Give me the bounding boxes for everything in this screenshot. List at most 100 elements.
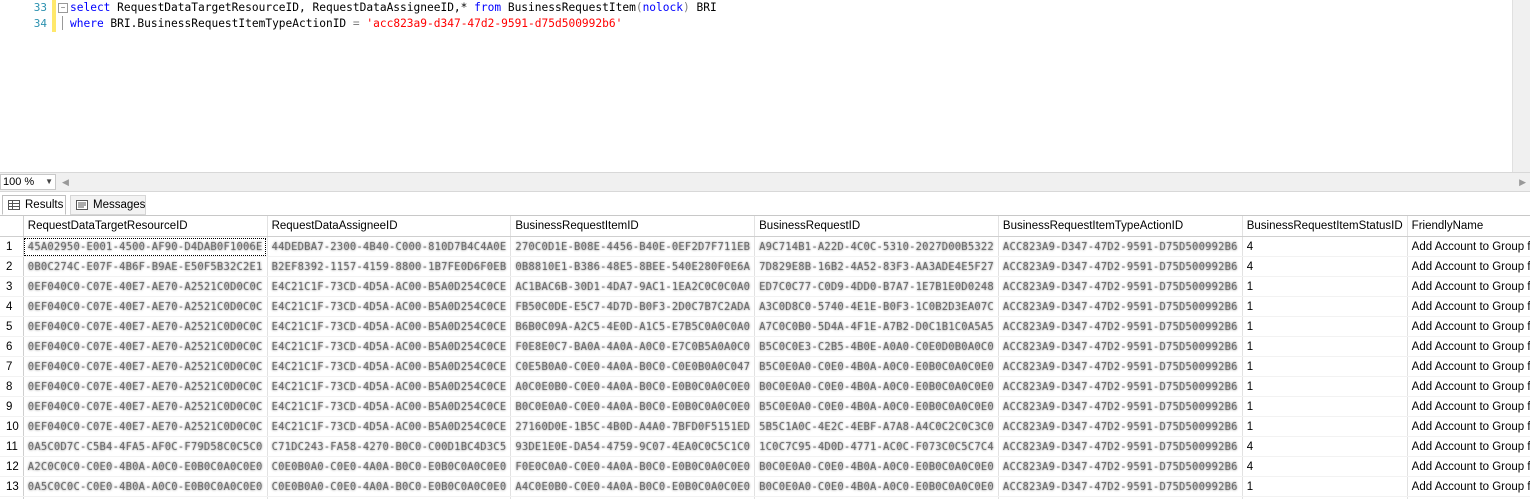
cell-item-id[interactable]: F0E8E0C7-BA0A-4A0A-A0C0-E7C0B5A0A0C0	[510, 336, 756, 357]
row-number[interactable]: 6	[0, 336, 24, 357]
cell-friendly-name[interactable]: Add Account to Group for Group Membershi…	[1407, 456, 1530, 477]
cell-item-id[interactable]: C0E5B0A0-C0E0-4A0A-B0C0-C0E0B0A0C047	[510, 356, 756, 377]
cell-assignee-id[interactable]: B2EF8392-1157-4159-8800-1B7FE0D6F0EB	[267, 256, 512, 277]
row-number[interactable]: 12	[0, 456, 24, 477]
code-line-34[interactable]: 34 where BRI.BusinessRequestItemTypeActi…	[0, 16, 1530, 32]
row-number[interactable]: 3	[0, 276, 24, 297]
column-header[interactable]: BusinessRequestID	[754, 216, 999, 237]
cell-friendly-name[interactable]: Add Account to Group for Group Membershi…	[1407, 356, 1530, 377]
table-row[interactable]: 6 0EF040C0-C07E-40E7-AE70-A2521C0D0C0C E4C…	[0, 336, 1530, 357]
sql-editor[interactable]: 33 − select RequestDataTargetResourceID,…	[0, 0, 1530, 172]
code-text[interactable]: select RequestDataTargetResourceID, Requ…	[70, 0, 717, 16]
cell-status-id[interactable]: 4	[1242, 256, 1408, 277]
results-grid[interactable]: RequestDataTargetResourceID RequestDataA…	[0, 216, 1530, 499]
collapse-icon[interactable]: −	[58, 3, 68, 13]
cell-status-id[interactable]: 1	[1242, 396, 1408, 417]
cell-item-id[interactable]: 27160D0E-1B5C-4B0D-A4A0-7BFD0F5151ED	[510, 416, 756, 437]
cell-target-resource-id[interactable]: 0EF040C0-C07E-40E7-AE70-A2521C0D0C0C	[23, 296, 268, 317]
cell-status-id[interactable]: 1	[1242, 476, 1408, 497]
cell-request-id[interactable]: 5B5C1A0C-4E2C-4EBF-A7A8-A4C0C2C0C3C0	[754, 416, 999, 437]
table-row[interactable]: 9 0EF040C0-C07E-40E7-AE70-A2521C0D0C0C E4C…	[0, 396, 1530, 417]
row-number[interactable]: 11	[0, 436, 24, 457]
cell-target-resource-id[interactable]: 0EF040C0-C07E-40E7-AE70-A2521C0D0C0C	[23, 356, 268, 377]
tab-results[interactable]: Results	[2, 195, 66, 215]
row-number[interactable]: 1	[0, 236, 24, 257]
cell-item-id[interactable]: AC1BAC6B-30D1-4DA7-9AC1-1EA2C0C0C0A0	[510, 276, 756, 297]
cell-status-id[interactable]: 1	[1242, 416, 1408, 437]
column-header[interactable]: BusinessRequestItemID	[510, 216, 756, 237]
cell-type-action-id[interactable]: ACC823A9-D347-47D2-9591-D75D500992B6	[998, 316, 1243, 337]
column-header[interactable]: BusinessRequestItemStatusID	[1242, 216, 1408, 237]
cell-request-id[interactable]: B5C0E0A0-C0E0-4B0A-A0C0-E0B0C0A0C0E0	[754, 396, 999, 417]
cell-status-id[interactable]: 1	[1242, 376, 1408, 397]
corner-cell[interactable]	[0, 216, 24, 237]
table-row[interactable]: 5 0EF040C0-C07E-40E7-AE70-A2521C0D0C0C E4C…	[0, 316, 1530, 337]
cell-assignee-id[interactable]: E4C21C1F-73CD-4D5A-AC00-B5A0D254C0CE	[267, 296, 512, 317]
cell-item-id[interactable]: A0C0E0B0-C0E0-4A0A-B0C0-E0B0C0A0C0E0	[510, 376, 756, 397]
cell-friendly-name[interactable]: Add Account to Group for Group Membershi…	[1407, 416, 1530, 437]
tab-messages[interactable]: Messages	[70, 195, 146, 215]
cell-target-resource-id[interactable]: 0EF040C0-C07E-40E7-AE70-A2521C0D0C0C	[23, 396, 268, 417]
cell-item-id[interactable]: A4C0E0B0-C0E0-4A0A-B0C0-E0B0C0A0C0E0	[510, 476, 756, 497]
row-number[interactable]: 9	[0, 396, 24, 417]
cell-status-id[interactable]: 1	[1242, 356, 1408, 377]
cell-type-action-id[interactable]: ACC823A9-D347-47D2-9591-D75D500992B6	[998, 436, 1243, 457]
cell-target-resource-id[interactable]: 0B0C274C-E07F-4B6F-B9AE-E50F5B32C2E1	[23, 256, 268, 277]
cell-friendly-name[interactable]: Add Account to Group for Group Membershi…	[1407, 436, 1530, 457]
column-header[interactable]: RequestDataTargetResourceID	[23, 216, 268, 237]
row-number[interactable]: 10	[0, 416, 24, 437]
cell-target-resource-id[interactable]: 0EF040C0-C07E-40E7-AE70-A2521C0D0C0C	[23, 316, 268, 337]
column-header[interactable]: BusinessRequestItemTypeActionID	[998, 216, 1243, 237]
cell-friendly-name[interactable]: Add Account to Group for Group Membershi…	[1407, 236, 1530, 257]
cell-assignee-id[interactable]: E4C21C1F-73CD-4D5A-AC00-B5A0D254C0CE	[267, 316, 512, 337]
chevron-down-icon[interactable]: ▼	[45, 175, 53, 189]
code-text[interactable]: where BRI.BusinessRequestItemTypeActionI…	[70, 16, 622, 32]
scroll-left-icon[interactable]: ◀	[62, 177, 69, 188]
cell-status-id[interactable]: 4	[1242, 236, 1408, 257]
column-header[interactable]: RequestDataAssigneeID	[267, 216, 512, 237]
cell-status-id[interactable]: 1	[1242, 316, 1408, 337]
cell-friendly-name[interactable]: Add Account to Group for Group Membershi…	[1407, 476, 1530, 497]
table-row[interactable]: 2 0B0C274C-E07F-4B6F-B9AE-E50F5B32C2E1 B2E…	[0, 256, 1530, 277]
cell-item-id[interactable]: B0C0E0A0-C0E0-4A0A-B0C0-E0B0C0A0C0E0	[510, 396, 756, 417]
editor-vertical-scrollbar[interactable]	[1512, 0, 1530, 172]
cell-target-resource-id[interactable]: 0EF040C0-C07E-40E7-AE70-A2521C0D0C0C	[23, 376, 268, 397]
table-row[interactable]: 10 0EF040C0-C07E-40E7-AE70-A2521C0D0C0C E4…	[0, 416, 1530, 437]
table-row[interactable]: 8 0EF040C0-C07E-40E7-AE70-A2521C0D0C0C E4C…	[0, 376, 1530, 397]
row-number[interactable]: 13	[0, 476, 24, 497]
cell-request-id[interactable]: A3C0D8C0-5740-4E1E-B0F3-1C0B2D3EA07C	[754, 296, 999, 317]
cell-request-id[interactable]: B0C0E0A0-C0E0-4B0A-A0C0-E0B0C0A0C0E0	[754, 376, 999, 397]
cell-type-action-id[interactable]: ACC823A9-D347-47D2-9591-D75D500992B6	[998, 336, 1243, 357]
cell-status-id[interactable]: 1	[1242, 276, 1408, 297]
cell-request-id[interactable]: ED7C0C77-C0D9-4DD0-B7A7-1E7B1E0D0248	[754, 276, 999, 297]
table-row[interactable]: 4 0EF040C0-C07E-40E7-AE70-A2521C0D0C0C E4C…	[0, 296, 1530, 317]
table-row[interactable]: 13 0A5C0C0C-C0E0-4B0A-A0C0-E0B0C0A0C0E0 C0…	[0, 476, 1530, 497]
cell-target-resource-id[interactable]: A2C0C0C0-C0E0-4B0A-A0C0-E0B0C0A0C0E0	[23, 456, 268, 477]
table-row[interactable]: 7 0EF040C0-C07E-40E7-AE70-A2521C0D0C0C E4C…	[0, 356, 1530, 377]
cell-assignee-id[interactable]: E4C21C1F-73CD-4D5A-AC00-B5A0D254C0CE	[267, 356, 512, 377]
cell-type-action-id[interactable]: ACC823A9-D347-47D2-9591-D75D500992B6	[998, 396, 1243, 417]
cell-type-action-id[interactable]: ACC823A9-D347-47D2-9591-D75D500992B6	[998, 356, 1243, 377]
table-row[interactable]: 12 A2C0C0C0-C0E0-4B0A-A0C0-E0B0C0A0C0E0 C0…	[0, 456, 1530, 477]
cell-request-id[interactable]: B5C0E0A0-C0E0-4B0A-A0C0-E0B0C0A0C0E0	[754, 356, 999, 377]
cell-status-id[interactable]: 1	[1242, 336, 1408, 357]
cell-target-resource-id[interactable]: 0A5C0C0C-C0E0-4B0A-A0C0-E0B0C0A0C0E0	[23, 476, 268, 497]
cell-request-id[interactable]: 7D829E8B-16B2-4A52-83F3-AA3ADE4E5F27	[754, 256, 999, 277]
cell-status-id[interactable]: 4	[1242, 456, 1408, 477]
cell-type-action-id[interactable]: ACC823A9-D347-47D2-9591-D75D500992B6	[998, 476, 1243, 497]
cell-assignee-id[interactable]: C0E0B0A0-C0E0-4A0A-B0C0-E0B0C0A0C0E0	[267, 456, 512, 477]
scroll-right-icon[interactable]: ▶	[1519, 177, 1526, 188]
cell-target-resource-id[interactable]: 0EF040C0-C07E-40E7-AE70-A2521C0D0C0C	[23, 276, 268, 297]
zoom-dropdown[interactable]: 100 % ▼	[0, 174, 56, 190]
cell-item-id[interactable]: 270C0D1E-B08E-4456-B40E-0EF2D7F711EB	[510, 236, 756, 257]
cell-item-id[interactable]: 93DE1E0E-DA54-4759-9C07-4EA0C0C5C1C0	[510, 436, 756, 457]
cell-type-action-id[interactable]: ACC823A9-D347-47D2-9591-D75D500992B6	[998, 456, 1243, 477]
cell-assignee-id[interactable]: E4C21C1F-73CD-4D5A-AC00-B5A0D254C0CE	[267, 336, 512, 357]
cell-assignee-id[interactable]: C71DC243-FA58-4270-B0C0-C00D1BC4D3C5	[267, 436, 512, 457]
row-number[interactable]: 8	[0, 376, 24, 397]
cell-target-resource-id[interactable]: 45A02950-E001-4500-AF90-D4DAB0F1006E	[23, 236, 268, 257]
cell-request-id[interactable]: 1C0C7C95-4D0D-4771-AC0C-F073C0C5C7C4	[754, 436, 999, 457]
cell-target-resource-id[interactable]: 0EF040C0-C07E-40E7-AE70-A2521C0D0C0C	[23, 416, 268, 437]
cell-assignee-id[interactable]: 44DEDBA7-2300-4B40-C000-810D7B4C4A0E	[267, 236, 512, 257]
cell-target-resource-id[interactable]: 0EF040C0-C07E-40E7-AE70-A2521C0D0C0C	[23, 336, 268, 357]
